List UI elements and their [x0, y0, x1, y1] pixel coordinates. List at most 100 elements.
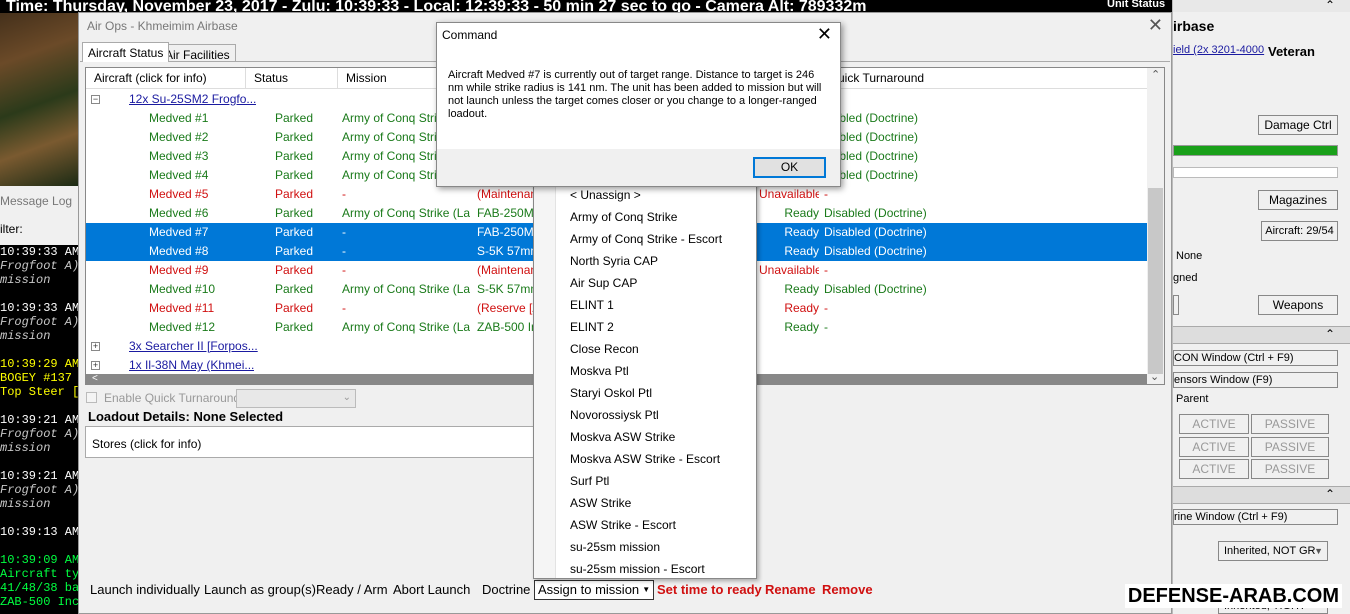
chevron-down-icon[interactable]: ⌄ — [1150, 370, 1159, 383]
aircraft-count-button[interactable]: Aircraft: 29/54 — [1261, 221, 1338, 241]
menu-item[interactable]: Surf Ptl — [570, 470, 609, 492]
vertical-scrollbar[interactable]: ⌃ — [1147, 68, 1164, 384]
close-icon[interactable]: ✕ — [817, 24, 832, 45]
message-log-text[interactable]: 10:39:33 AMFrogfoot A) hamission10:39:33… — [0, 245, 80, 614]
radar-active-button[interactable]: ACTIVE — [1179, 414, 1249, 434]
tab-air-facilities[interactable]: Air Facilities — [159, 44, 236, 62]
menu-item[interactable]: Army of Conq Strike — [570, 206, 677, 228]
group-label[interactable]: 1x Il-38N May (Khmei... — [129, 356, 254, 375]
assign-to-mission-select[interactable]: Assign to mission ▼ — [534, 580, 655, 600]
sensors-window-button[interactable]: ensors Window (F9) — [1173, 372, 1338, 388]
menu-item[interactable]: Army of Conq Strike - Escort — [570, 228, 722, 250]
dialog-titlebar: Command ✕ — [437, 23, 840, 49]
aircraft-name: Medved #2 — [149, 130, 209, 144]
menu-item[interactable]: Air Sup CAP — [570, 272, 637, 294]
stores-list[interactable]: Stores (click for info) — [85, 426, 535, 458]
menu-item[interactable]: Staryi Oskol Ptl — [570, 382, 652, 404]
mission-dropdown-menu[interactable]: < Unassign > Army of Conq Strike Army of C… — [533, 182, 757, 579]
sonar-passive-button[interactable]: PASSIVE — [1251, 437, 1329, 457]
expand-icon[interactable]: − — [91, 95, 100, 104]
column-status[interactable]: Status — [246, 68, 338, 88]
stores-header[interactable]: Stores (click for info) — [92, 437, 201, 451]
damage-bar-fill — [1174, 146, 1337, 155]
chevron-up-icon[interactable]: ⌃ — [1151, 68, 1160, 81]
close-icon[interactable]: ✕ — [1148, 15, 1163, 36]
group-label[interactable]: 12x Su-25SM2 Frogfo... — [129, 90, 256, 109]
assign-button-edge[interactable] — [1173, 295, 1179, 315]
quick-turnaround-select[interactable]: ⌄ — [236, 389, 356, 408]
column-quick-turnaround[interactable]: uick Turnaround — [830, 68, 1147, 88]
unit-status-title: Unit Status — [1103, 0, 1170, 10]
damage-ctrl-button[interactable]: Damage Ctrl — [1258, 115, 1338, 135]
launch-group-button[interactable]: Launch as group(s) — [204, 582, 316, 597]
menu-item[interactable]: su-25sm mission — [570, 536, 660, 558]
rename-button[interactable]: Rename — [765, 582, 816, 597]
menu-item[interactable]: Close Recon — [570, 338, 639, 360]
radar-passive-button[interactable]: PASSIVE — [1251, 414, 1329, 434]
launch-individually-button[interactable]: Launch individually — [90, 582, 200, 597]
scrollbar-thumb[interactable] — [1148, 188, 1163, 374]
set-time-to-ready-button[interactable]: Set time to ready — [657, 582, 762, 597]
ecm-passive-button[interactable]: PASSIVE — [1251, 459, 1329, 479]
aircraft-name: Medved #1 — [149, 111, 209, 125]
ecm-active-button[interactable]: ACTIVE — [1179, 459, 1249, 479]
aircraft-status: Parked — [275, 282, 314, 296]
weapons-button[interactable]: Weapons — [1258, 295, 1338, 315]
aircraft-mission: Army of Conq Strike (Lan... — [342, 320, 470, 334]
aircraft-mission: - — [342, 244, 346, 258]
expand-icon[interactable]: + — [91, 361, 100, 370]
sensors-section-header[interactable]: ⌃ — [1173, 326, 1350, 344]
menu-item[interactable]: ELINT 1 — [570, 294, 614, 316]
menu-item[interactable]: North Syria CAP — [570, 250, 658, 272]
tab-aircraft-status[interactable]: Aircraft Status — [82, 42, 170, 62]
menu-item[interactable]: ASW Strike — [570, 492, 631, 514]
chevron-down-icon: ⌄ — [342, 392, 351, 403]
log-line: Top Steer [Fro — [0, 385, 80, 399]
ok-button[interactable]: OK — [753, 157, 826, 178]
expand-icon[interactable]: + — [91, 342, 100, 351]
weapon-control-select[interactable]: Inherited, NOT GR ▼ — [1218, 541, 1328, 561]
log-line: 10:39:13 AM — [0, 525, 80, 539]
doctrine-section-header[interactable]: ⌃ — [1173, 486, 1350, 504]
menu-item[interactable]: ASW Strike - Escort — [570, 514, 676, 536]
doctrine-window-button[interactable]: rine Window (Ctrl + F9) — [1173, 509, 1338, 525]
menu-item[interactable]: Moskva Ptl — [570, 360, 629, 382]
column-aircraft[interactable]: Aircraft (click for info) — [86, 68, 246, 88]
menu-item[interactable]: ELINT 2 — [570, 316, 614, 338]
chevron-up-icon[interactable]: ⌃ — [1325, 327, 1335, 341]
menu-item[interactable]: Novorossiysk Ptl — [570, 404, 659, 426]
aircraft-status: Parked — [275, 130, 314, 144]
aircraft-loadout: (Reserve [A — [477, 301, 533, 315]
emcon-window-button[interactable]: CON Window (Ctrl + F9) — [1173, 350, 1338, 366]
aircraft-quick-turnaround: Disabled (Doctrine) — [824, 225, 927, 239]
log-line: mission — [0, 273, 51, 287]
ready-arm-button[interactable]: Ready / Arm — [316, 582, 388, 597]
aircraft-name: Medved #6 — [149, 206, 209, 220]
abort-launch-button[interactable]: Abort Launch — [393, 582, 470, 597]
remove-button[interactable]: Remove — [822, 582, 873, 597]
menu-item[interactable]: su-25sm mission - Escort — [570, 558, 705, 580]
chevron-up-icon[interactable]: ⌃ — [1325, 0, 1335, 12]
chevron-left-icon[interactable]: < — [92, 373, 98, 384]
menu-item[interactable]: < Unassign > — [570, 184, 641, 206]
magazines-button[interactable]: Magazines — [1258, 190, 1338, 210]
map-view[interactable] — [0, 0, 80, 186]
aircraft-loadout: FAB-250M-6 — [477, 206, 533, 220]
airfield-link[interactable]: ield (2x 3201-4000 — [1173, 44, 1264, 56]
aircraft-mission: Army of Conq Strike (Lan... — [342, 206, 470, 220]
weapon-control-value: Inherited, NOT GR — [1224, 545, 1316, 557]
doctrine-button[interactable]: Doctrine — [482, 582, 530, 597]
aircraft-name: Medved #7 — [149, 225, 209, 239]
menu-item[interactable]: Moskva ASW Strike - Escort — [570, 448, 720, 470]
aircraft-status: Parked — [275, 225, 314, 239]
menu-item[interactable]: Moskva ASW Strike — [570, 426, 675, 448]
sonar-active-button[interactable]: ACTIVE — [1179, 437, 1249, 457]
quick-turnaround-checkbox[interactable] — [86, 392, 97, 403]
chevron-up-icon[interactable]: ⌃ — [1325, 487, 1335, 501]
aircraft-quick-turnaround: Disabled (Doctrine) — [824, 244, 927, 258]
group-label[interactable]: 3x Searcher II [Forpos... — [129, 337, 258, 356]
aircraft-quick-turnaround: - — [824, 320, 828, 334]
aircraft-mission: - — [342, 301, 346, 315]
